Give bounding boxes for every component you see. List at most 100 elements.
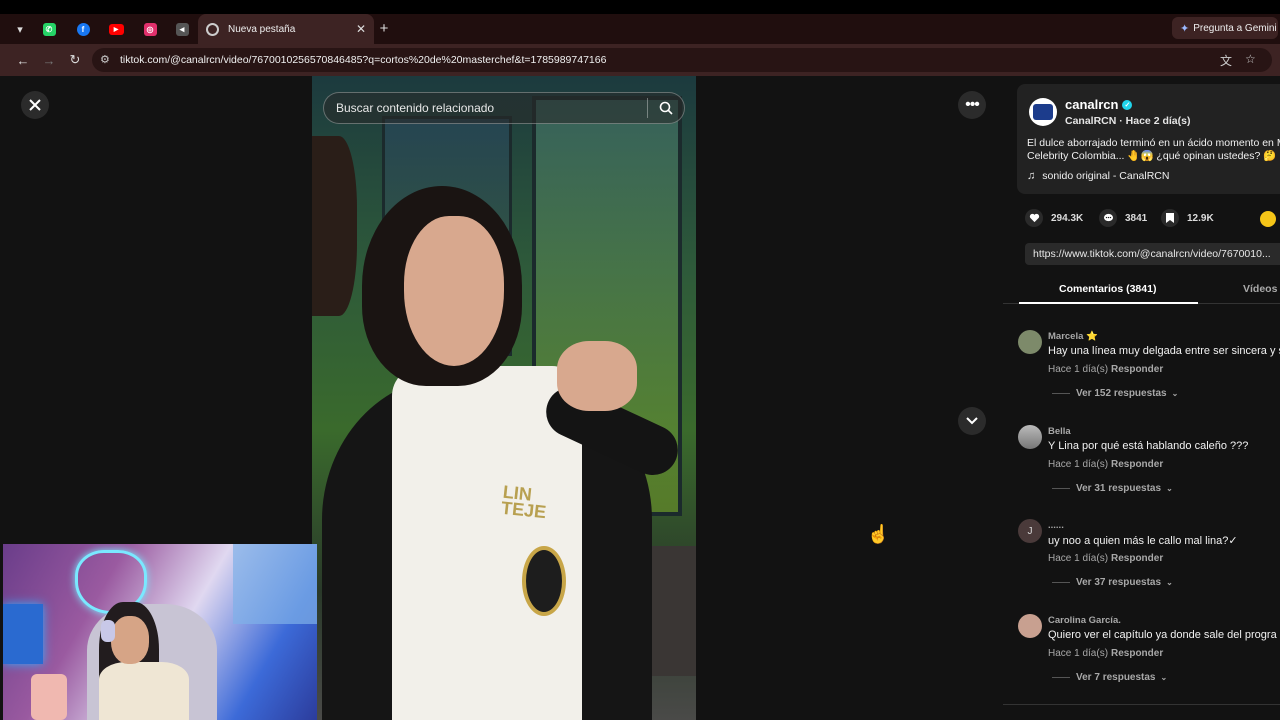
bookmark-star-icon[interactable]: ☆ [1245,52,1256,66]
whatsapp-icon: ✆ [42,22,56,36]
commenter-avatar[interactable] [1018,425,1042,449]
forward-arrow-icon[interactable]: → [39,50,59,70]
translate-icon[interactable]: 文 [1220,52,1232,69]
search-icon[interactable] [648,101,684,115]
view-replies-button[interactable]: Ver 37 respuestas ⌄ [1052,577,1173,588]
comment-input-bar [1003,704,1280,720]
comment-bubble-icon [1099,209,1117,227]
save-count: 12.9K [1187,212,1214,224]
pinned-tab-instagram[interactable]: ◎ [137,20,163,38]
tab-videos[interactable]: Vídeos c [1243,283,1280,295]
speaker-icon: ◂ [175,22,189,36]
webcam-headphones [101,620,115,642]
comment-item: Bella Y Lina por qué está hablando caleñ… [1018,425,1280,515]
close-video-button[interactable] [21,91,49,119]
commenter-name[interactable]: Marcela ⭐ [1048,331,1098,342]
mouse-cursor-icon: ☝ [867,524,890,544]
details-panel: canalrcn ✓ CanalRCN · Hace 2 día(s) El d… [1003,76,1280,720]
commenter-avatar[interactable]: J [1018,519,1042,543]
commenter-name[interactable]: Carolina García. [1048,615,1121,626]
comment-button[interactable]: 3841 [1099,209,1147,227]
chrome-icon [206,22,219,36]
commenter-avatar[interactable] [1018,330,1042,354]
replies-line [1052,488,1070,489]
webcam-person-shirt [99,662,189,720]
url-text: tiktok.com/@canalrcn/video/7670010256570… [120,54,607,66]
comment-text: uy noo a quien más le callo mal lina?✓ [1048,535,1238,547]
channel-subline: CanalRCN · Hace 2 día(s) [1065,115,1191,127]
new-tab-button[interactable]: + [375,19,393,37]
reload-icon[interactable]: ↻ [65,50,85,70]
facebook-icon: f [76,22,90,36]
music-note-icon: ♫ [1027,170,1036,182]
instagram-icon: ◎ [143,22,157,36]
more-options-button[interactable]: ••• [958,91,986,119]
commenter-name[interactable]: ...... [1048,520,1064,531]
related-search-input[interactable] [336,101,647,115]
heart-icon [1025,209,1043,227]
view-replies-text: Ver 152 respuestas [1076,388,1167,399]
commenter-avatar[interactable] [1018,614,1042,638]
sound-text: sonido original - CanalRCN [1042,170,1170,182]
related-search-bar[interactable] [323,92,685,124]
copy-link-field[interactable]: https://www.tiktok.com/@canalrcn/video/7… [1025,243,1280,265]
chevron-down-icon: ⌄ [1166,578,1173,587]
rcn-logo-icon [1033,104,1053,120]
view-replies-text: Ver 31 respuestas [1076,483,1162,494]
gemini-button[interactable]: ✦ Pregunta a Gemini [1172,17,1278,39]
reply-button[interactable]: Responder [1111,459,1163,470]
os-top-bar [0,0,1280,14]
pinned-tab-facebook[interactable]: f [70,20,96,38]
video-person-face [404,216,504,366]
channel-avatar[interactable] [1029,98,1057,126]
apron-name-text: LIN TEJE [500,481,548,523]
view-replies-button[interactable]: Ver 7 respuestas ⌄ [1052,672,1167,683]
back-arrow-icon[interactable]: ← [13,50,33,70]
post-info-card: canalrcn ✓ CanalRCN · Hace 2 día(s) El d… [1017,84,1280,194]
share-icon[interactable] [1260,211,1276,227]
chevron-down-icon: ⌄ [1160,673,1168,682]
video-player[interactable]: LIN TEJE [312,76,696,720]
site-settings-icon[interactable]: ⚙ [100,53,110,66]
tab-comments[interactable]: Comentarios (3841) [1059,283,1156,295]
comment-time: Hace 1 día(s) [1048,459,1109,470]
tab-search-chevron-icon[interactable]: ▾ [9,19,31,39]
pinned-tab-whatsapp[interactable]: ✆ [36,20,62,38]
channel-username[interactable]: canalrcn ✓ [1065,97,1133,112]
sound-link[interactable]: ♫ sonido original - CanalRCN [1027,170,1169,182]
like-count: 294.3K [1051,212,1084,224]
panel-tabs: Comentarios (3841) Vídeos c [1003,280,1280,304]
chevron-down-icon [966,417,978,425]
comment-text: Quiero ver el capítulo ya donde sale del… [1048,629,1277,641]
view-replies-button[interactable]: Ver 152 respuestas ⌄ [1052,388,1178,399]
webcam-neon-light [3,604,43,664]
comment-item: Marcela ⭐ Hay una línea muy delgada entr… [1018,330,1280,420]
reply-button[interactable]: Responder [1111,648,1163,659]
webcam-wall-decor [233,544,317,624]
reply-button[interactable]: Responder [1111,553,1163,564]
next-video-button[interactable] [958,407,986,435]
pinned-tab-audio[interactable]: ◂ [169,20,195,38]
comment-text: Y Lina por qué está hablando caleño ??? [1048,440,1249,452]
pinned-tab-youtube[interactable]: ▶ [103,20,129,38]
comment-time: Hace 1 día(s) [1048,364,1109,375]
bookmark-icon [1161,209,1179,227]
gemini-spark-icon: ✦ [1180,22,1190,35]
engagement-stats: 294.3K 3841 12.9K </> [1025,209,1280,229]
tab-close-icon[interactable]: ✕ [356,22,366,36]
view-replies-text: Ver 37 respuestas [1076,577,1162,588]
save-button[interactable]: 12.9K [1161,209,1214,227]
like-button[interactable]: 294.3K [1025,209,1083,227]
address-bar[interactable]: ⚙ tiktok.com/@canalrcn/video/76700102565… [92,48,1272,72]
reply-button[interactable]: Responder [1111,364,1163,375]
view-replies-button[interactable]: Ver 31 respuestas ⌄ [1052,483,1173,494]
webcam-person-face [111,616,149,664]
comment-item: J ...... uy noo a quien más le callo mal… [1018,519,1280,609]
commenter-name[interactable]: Bella [1048,426,1071,437]
post-description: El dulce aborrajado terminó en un ácido … [1027,137,1280,162]
view-replies-text: Ver 7 respuestas [1076,672,1156,683]
active-tab[interactable]: Nueva pestaña ✕ [198,14,374,44]
comment-time: Hace 1 día(s) [1048,553,1109,564]
video-hand [557,341,637,411]
navigation-bar: ← → ↻ ⚙ tiktok.com/@canalrcn/video/76700… [0,44,1280,76]
